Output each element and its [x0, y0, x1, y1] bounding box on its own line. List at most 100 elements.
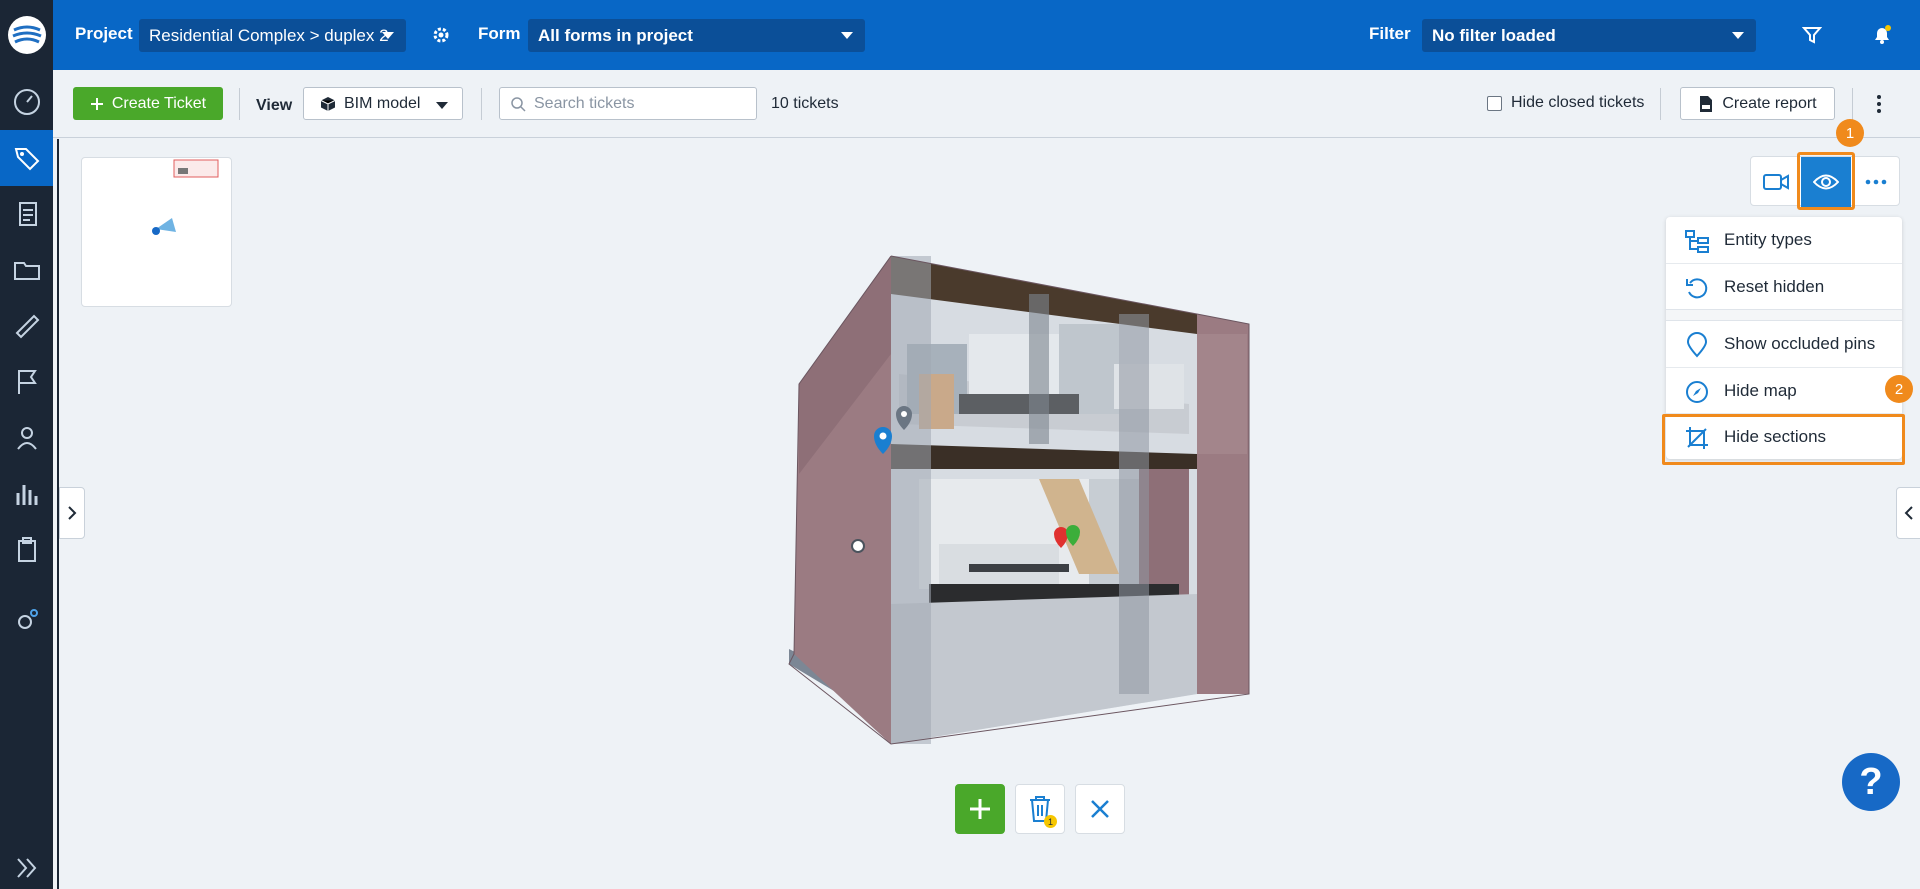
sidebar-item-milestones[interactable]	[0, 354, 53, 410]
search-icon	[511, 96, 526, 112]
menu-label: Entity types	[1724, 230, 1812, 249]
divider	[1852, 88, 1853, 120]
hide-closed-toggle[interactable]: Hide closed tickets	[1487, 94, 1644, 112]
minimap[interactable]	[81, 157, 232, 307]
map-pin-icon	[1686, 332, 1708, 358]
menu-label: Show occluded pins	[1724, 334, 1876, 353]
sidebar-item-dashboard[interactable]	[0, 74, 53, 130]
filter-button[interactable]	[1797, 20, 1827, 50]
highlight-frame-1	[1797, 152, 1855, 210]
bell-icon	[1875, 25, 1891, 44]
filter-value: No filter loaded	[1432, 25, 1556, 45]
sidebar-item-tasks[interactable]	[0, 522, 53, 578]
undo-icon	[1686, 278, 1708, 299]
filter-select[interactable]: No filter loaded	[1422, 19, 1756, 52]
plus-icon	[970, 799, 990, 819]
step-badge-2: 2	[1885, 375, 1913, 403]
ruler-icon	[15, 314, 39, 339]
clipboard-icon	[17, 537, 36, 562]
delete-pin-button[interactable]: 1	[1015, 784, 1065, 834]
filter-label: Filter	[1369, 24, 1411, 43]
plus-icon	[90, 97, 103, 110]
divider	[1660, 88, 1661, 120]
form-select[interactable]: All forms in project	[528, 19, 865, 52]
project-value: Residential Complex > duplex 2	[149, 25, 389, 45]
more-options-button[interactable]	[1869, 92, 1889, 116]
bottom-action-bar: 1	[955, 784, 1125, 834]
hide-closed-checkbox[interactable]	[1487, 95, 1502, 111]
chevron-down-icon	[841, 32, 853, 39]
sidebar-expand[interactable]	[0, 840, 53, 889]
double-chevron-right-icon	[16, 858, 36, 878]
view-label: View	[256, 97, 293, 114]
bar-chart-icon	[16, 485, 37, 505]
chevron-right-icon	[68, 506, 77, 520]
hierarchy-icon	[1685, 230, 1709, 253]
chevron-down-icon	[1732, 32, 1744, 39]
create-report-button[interactable]: Create report	[1680, 87, 1835, 120]
sidebar-item-tickets[interactable]	[0, 130, 53, 186]
create-ticket-label: Create Ticket	[111, 94, 207, 112]
sidebar-item-reports[interactable]	[0, 466, 53, 522]
sidebar-item-forms[interactable]	[0, 186, 53, 242]
create-ticket-button[interactable]: Create Ticket	[73, 87, 223, 120]
bim-model-3d	[788, 255, 1250, 745]
sidebar-item-measure[interactable]	[0, 298, 53, 354]
left-panel-toggle[interactable]	[59, 487, 85, 539]
gear-icon	[433, 27, 449, 43]
cancel-button[interactable]	[1075, 784, 1125, 834]
logo-icon	[7, 16, 46, 54]
hide-closed-label: Hide closed tickets	[1511, 94, 1645, 111]
app-logo[interactable]	[0, 0, 53, 70]
search-box	[499, 87, 757, 120]
form-label: Form	[478, 24, 521, 43]
menu-separator	[1666, 309, 1902, 321]
tags-icon	[14, 148, 39, 171]
highlight-frame-2	[1662, 414, 1905, 465]
gears-icon	[17, 609, 38, 629]
sidebar-item-settings[interactable]	[0, 592, 53, 648]
right-panel-toggle[interactable]	[1896, 487, 1920, 539]
menu-item-entity-types[interactable]: Entity types	[1666, 217, 1902, 263]
help-button[interactable]: ?	[1842, 753, 1900, 811]
ticket-toolbar: Create Ticket View BIM model 10 tickets …	[53, 70, 1920, 138]
menu-item-hide-map[interactable]: Hide map	[1666, 367, 1902, 413]
chevron-down-icon	[382, 32, 394, 39]
left-sidebar	[0, 0, 53, 889]
user-icon	[16, 427, 37, 450]
project-select[interactable]: Residential Complex > duplex 2	[139, 19, 406, 52]
compass-icon	[1686, 381, 1708, 403]
top-bar: Project Residential Complex > duplex 2 F…	[53, 0, 1920, 70]
project-settings-button[interactable]	[426, 20, 456, 50]
bim-viewport[interactable]: 1 Entity types Reset hidden Show occlude…	[57, 119, 1920, 889]
notifications-button[interactable]	[1867, 20, 1897, 50]
cube-icon	[320, 96, 336, 111]
funnel-icon	[1802, 27, 1822, 44]
pdf-file-icon	[1700, 95, 1713, 112]
menu-label: Reset hidden	[1724, 276, 1825, 296]
video-camera-icon	[1763, 174, 1789, 190]
project-label: Project	[75, 24, 133, 43]
minimap-plan	[152, 159, 219, 235]
folder-icon	[13, 262, 40, 280]
camera-button[interactable]	[1751, 157, 1801, 207]
gauge-icon	[13, 89, 40, 115]
form-value: All forms in project	[538, 25, 693, 45]
sidebar-item-users[interactable]	[0, 410, 53, 466]
sidebar-item-files[interactable]	[0, 242, 53, 298]
search-input[interactable]	[534, 94, 734, 113]
step-badge-1: 1	[1836, 119, 1864, 147]
view-select[interactable]: BIM model	[303, 87, 463, 120]
view-value: BIM model	[344, 94, 421, 112]
menu-item-reset-hidden[interactable]: Reset hidden	[1666, 263, 1902, 309]
menu-item-show-occluded-pins[interactable]: Show occluded pins	[1666, 321, 1902, 367]
ellipsis-icon	[1865, 179, 1887, 185]
ticket-count: 10 tickets	[771, 95, 839, 112]
more-view-options-button[interactable]	[1851, 157, 1901, 207]
chevron-down-icon	[436, 102, 448, 109]
add-pin-button[interactable]	[955, 784, 1005, 834]
divider	[239, 88, 240, 120]
create-report-label: Create report	[1722, 94, 1817, 112]
flag-icon	[17, 370, 37, 394]
chevron-left-icon	[1904, 506, 1913, 520]
